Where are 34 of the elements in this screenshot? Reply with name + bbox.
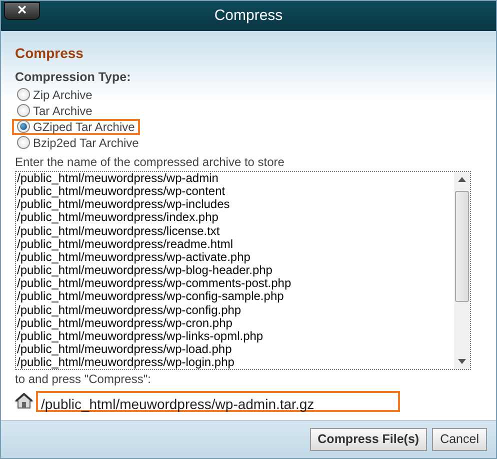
file-list-item[interactable]: /public_html/meuwordpress/wp-content [17, 184, 454, 198]
file-list-item[interactable]: /public_html/meuwordpress/wp-load.php [17, 343, 454, 356]
close-button[interactable]: × [4, 2, 40, 20]
file-list-item[interactable]: /public_html/meuwordpress/wp-config-sample.php [17, 290, 454, 304]
file-list-item[interactable]: /public_html/meuwordpress/wp-comments-post.php [17, 277, 454, 290]
file-list-item[interactable]: /public_html/meuwordpress/wp-includes [17, 198, 454, 212]
file-list-item[interactable]: /public_html/meuwordpress/wp-login.php [17, 356, 454, 369]
radio-option[interactable]: Tar Archive [12, 102, 98, 119]
file-list-item[interactable]: /public_html/meuwordpress/readme.html [17, 238, 454, 251]
file-list-item[interactable]: /public_html/meuwordpress/wp-links-opml.php [17, 330, 454, 344]
home-icon [15, 393, 33, 410]
radio-option[interactable]: Zip Archive [12, 86, 98, 103]
prompt-text: to and press "Compress": [15, 370, 152, 388]
compress-button[interactable]: Compress File(s) [310, 428, 428, 451]
dialog-heading: Compress [15, 44, 84, 63]
radio-option[interactable]: Bzip2ed Tar Archive [12, 134, 144, 151]
file-list-item[interactable]: /public_html/meuwordpress/wp-admin [17, 172, 454, 185]
file-list-item[interactable]: /public_html/meuwordpress/wp-activate.php [17, 250, 454, 264]
file-list-item[interactable]: /public_html/meuwordpress/wp-blog-header.php [17, 264, 454, 278]
compression-type-label: Compression Type: [15, 69, 132, 86]
file-list-item[interactable]: /public_html/meuwordpress/wp-config.php [17, 304, 454, 317]
file-list-item[interactable]: /public_html/meuwordpress/license.txt [17, 224, 454, 238]
scroll-thumb[interactable] [455, 190, 469, 302]
cancel-button[interactable]: Cancel [432, 428, 487, 451]
window-title: Compress [213, 6, 284, 26]
scroll-down-icon[interactable] [458, 358, 466, 364]
scrollbar[interactable] [454, 172, 470, 369]
prompt-text: Enter the name of the compressed archive to store [15, 154, 286, 171]
radio-option[interactable]: GZiped Tar Archive [12, 118, 140, 135]
file-list-item[interactable]: /public_html/meuwordpress/wp-cron.php [17, 316, 454, 330]
archive-name-field[interactable]: /public_html/meuwordpress/wp-admin.tar.gz [36, 390, 400, 412]
file-list[interactable] [15, 170, 471, 370]
file-list-item[interactable]: /public_html/meuwordpress/index.php [17, 211, 454, 224]
scroll-up-icon[interactable] [458, 176, 466, 182]
